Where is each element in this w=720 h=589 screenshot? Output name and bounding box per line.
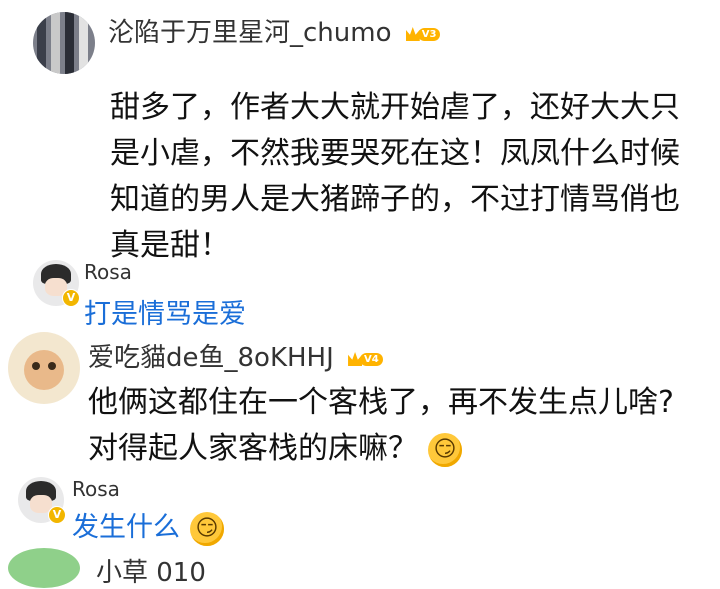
comment-text: 发生什么 😏 [72,505,224,546]
crown-icon [348,352,363,366]
avatar[interactable] [8,332,80,404]
avatar[interactable] [33,12,95,74]
smirk-emoji-icon: 😏 [428,432,462,467]
smirk-emoji-icon: 😏 [190,511,224,546]
comment-text: 甜多了，作者大大就开始虐了，还好大大只是小虐，不然我要哭死在这！凤凤什么时候知道… [110,90,680,263]
username[interactable]: 沦陷于万里星河_chumo V3 [108,12,441,49]
avatar[interactable] [8,548,80,588]
level-badge: V3 [405,19,441,49]
username[interactable]: 小草 010 [96,552,206,589]
username[interactable]: 爱吃貓de鱼_8oKHHJ V4 [88,337,383,374]
crown-icon [405,27,420,41]
verified-badge: V [48,506,66,524]
level-badge: V4 [348,344,383,374]
comment-text: 打是情骂是爱 [84,299,246,330]
username[interactable]: Rosa [72,477,120,501]
comment-text: 他俩这都住在一个客栈了，再不发生点儿啥?对得起人家客栈的床嘛？ 😏 [88,385,674,467]
verified-badge: V [62,289,80,307]
username[interactable]: Rosa [84,260,132,284]
